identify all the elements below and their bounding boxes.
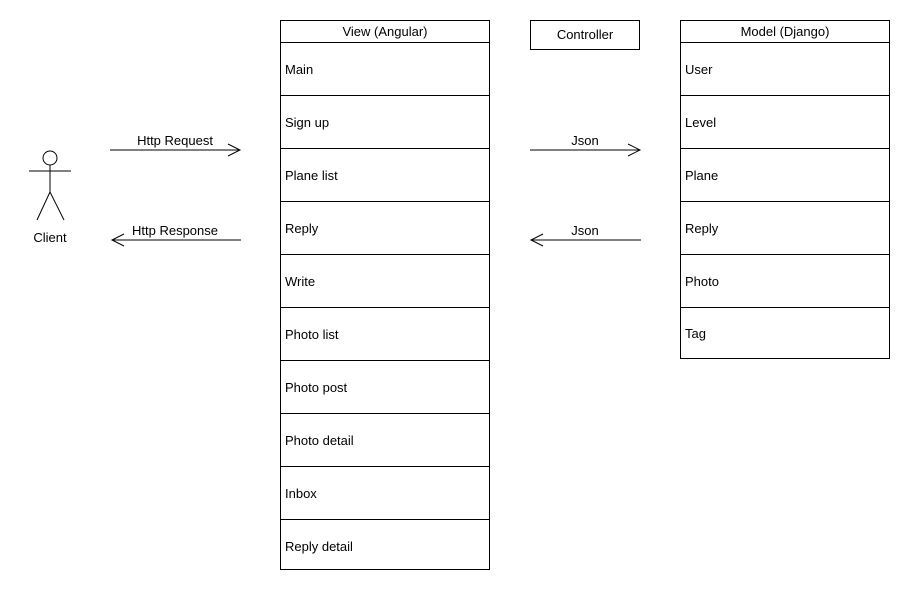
view-item-reply-detail: Reply detail xyxy=(285,538,353,554)
model-item-tag: Tag xyxy=(685,325,706,341)
view-item-reply: Reply xyxy=(281,202,489,255)
actor-label: Client xyxy=(33,230,67,245)
controller-box: Controller xyxy=(530,20,640,50)
model-item-user: User xyxy=(681,43,889,96)
view-item-plane-list: Plane list xyxy=(281,149,489,202)
actor-figure xyxy=(29,150,71,221)
json-to-model-label: Json xyxy=(571,133,599,148)
view-item-photo-post: Photo post xyxy=(281,361,489,414)
model-item-plane: Plane xyxy=(681,149,889,202)
view-item-photo-list: Photo list xyxy=(281,308,489,361)
view-item-sign-up: Sign up xyxy=(281,96,489,149)
http-response-label: Http Response xyxy=(132,223,218,238)
model-item-reply: Reply xyxy=(681,202,889,255)
view-item-write: Write xyxy=(281,255,489,308)
model-column: Model (Django) User Level Plane Reply Ph… xyxy=(680,20,890,359)
model-item-photo: Photo xyxy=(681,255,889,308)
view-item-inbox: Inbox xyxy=(281,467,489,520)
view-column: View (Angular) Main Sign up Plane list R… xyxy=(280,20,490,570)
view-item-photo-detail: Photo detail xyxy=(281,414,489,467)
json-to-controller-label: Json xyxy=(571,223,599,238)
model-item-level: Level xyxy=(681,96,889,149)
view-column-title: View (Angular) xyxy=(281,21,489,43)
model-column-title: Model (Django) xyxy=(681,21,889,43)
http-request-label: Http Request xyxy=(137,133,213,148)
view-item-main: Main xyxy=(281,43,489,96)
